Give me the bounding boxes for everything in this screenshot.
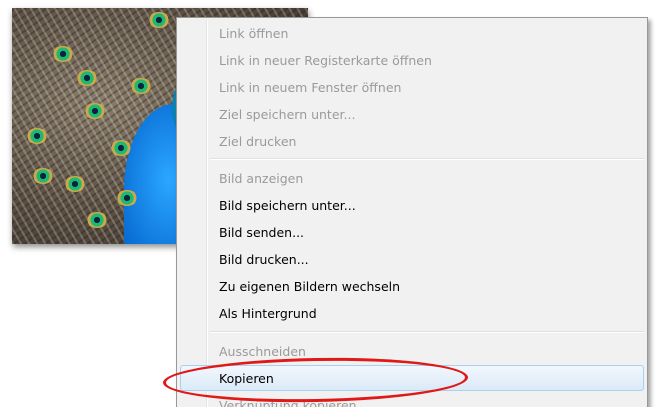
feather-eye (32, 168, 54, 184)
menu-item-link-oeffnen: Link öffnen (219, 26, 289, 41)
menu-item-bild-drucken[interactable]: Bild drucken... (180, 246, 644, 272)
context-menu: Link öffnen Link in neuer Registerkarte … (176, 17, 648, 407)
feather-eye (116, 190, 138, 206)
menu-item-als-hintergrund[interactable]: Als Hintergrund (180, 300, 644, 326)
screenshot-stage: Link öffnen Link in neuer Registerkarte … (0, 0, 657, 407)
menu-item-bild-anzeigen: Bild anzeigen (219, 171, 304, 186)
menu-item-link-neues-fenster: Link in neuem Fenster öffnen (219, 80, 402, 95)
menu-item-eigene-bilder[interactable]: Zu eigenen Bildern wechseln (180, 273, 644, 299)
menu-item-ziel-drucken: Ziel drucken (219, 134, 297, 149)
menu-separator (210, 331, 644, 333)
menu-item-bild-speichern[interactable]: Bild speichern unter... (180, 192, 644, 218)
feather-eye (26, 128, 48, 144)
feather-eye (110, 140, 132, 156)
menu-item-link-neue-registerkarte: Link in neuer Registerkarte öffnen (219, 53, 432, 68)
menu-separator (210, 158, 644, 160)
menu-item-ziel-speichern: Ziel speichern unter... (219, 107, 356, 122)
feather-eye (86, 212, 108, 228)
feather-eye (64, 176, 86, 192)
menu-item-ausschneiden: Ausschneiden (219, 344, 306, 359)
feather-eye (52, 46, 74, 62)
feather-eye (84, 103, 106, 119)
menu-item-bild-senden[interactable]: Bild senden... (180, 219, 644, 245)
feather-eye (76, 70, 98, 86)
feather-eye (148, 12, 170, 28)
feather-eye (130, 78, 152, 94)
